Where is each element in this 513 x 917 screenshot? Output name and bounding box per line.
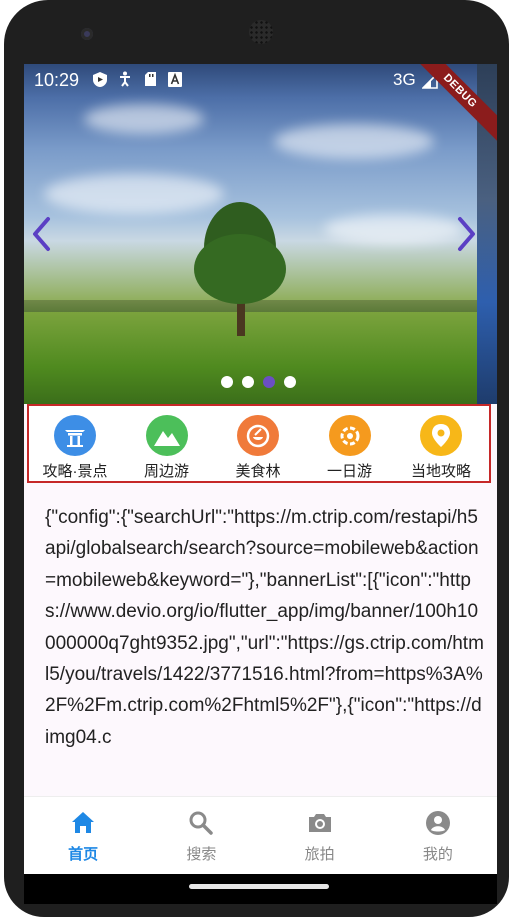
carousel-dot[interactable] (221, 376, 233, 388)
grid-item-day-trip[interactable]: 一日游 (308, 406, 392, 481)
network-type: 3G (393, 70, 416, 89)
chevron-right-icon[interactable] (456, 216, 478, 252)
banner-tree-canopy (194, 234, 286, 304)
grid-label: 一日游 (326, 463, 372, 480)
front-camera (81, 28, 93, 40)
sd-card-icon (142, 71, 158, 87)
banner-cloud (44, 174, 224, 214)
ring-icon (328, 415, 371, 456)
bottom-tab-bar: 首页 搜索 旅拍 我的 (24, 796, 497, 874)
tab-search[interactable]: 搜索 (142, 797, 260, 874)
home-icon (72, 812, 95, 833)
tab-home[interactable]: 首页 (24, 797, 142, 874)
system-nav-bar (24, 874, 497, 904)
grid-label: 当地攻略 (410, 463, 471, 480)
earpiece-speaker (249, 20, 273, 44)
tab-label: 我的 (422, 846, 453, 863)
response-json-text: {"config":{"searchUrl":"https://m.ctrip.… (45, 507, 484, 748)
banner-cloud (84, 104, 204, 134)
tab-label: 搜索 (186, 846, 217, 863)
grid-item-attractions[interactable]: 攻略·景点 (33, 406, 117, 481)
chevron-left-icon[interactable] (30, 216, 52, 252)
tab-label: 旅拍 (304, 846, 335, 863)
grid-nav: 攻略·景点 周边游 美食林 一日游 当地攻略 (27, 404, 491, 483)
food-icon (237, 415, 279, 456)
grid-item-food[interactable]: 美食林 (216, 406, 300, 481)
carousel-dot[interactable] (242, 376, 254, 388)
accessibility-icon (117, 71, 133, 87)
grid-label: 攻略·景点 (42, 463, 108, 480)
banner-meadow (24, 312, 477, 404)
app-screen: 10:29 3G DEBUG 攻略·景点 周边游 美食林 一日游 当地攻略 {"… (24, 64, 497, 874)
location-icon (420, 415, 462, 456)
banner-cloud (324, 214, 464, 244)
text-a-icon (167, 71, 183, 87)
temple-icon (54, 415, 96, 456)
tab-travel-photos[interactable]: 旅拍 (261, 797, 379, 874)
carousel-dot-active[interactable] (263, 376, 275, 388)
status-icons (92, 71, 183, 87)
grid-item-nearby[interactable]: 周边游 (125, 406, 209, 481)
status-time: 10:29 (34, 70, 80, 90)
carousel-dot[interactable] (284, 376, 296, 388)
account-icon (425, 811, 450, 835)
home-gesture-handle[interactable] (189, 884, 329, 889)
tab-label: 首页 (68, 846, 99, 863)
shield-play-icon (92, 71, 108, 87)
mountain-icon (145, 415, 188, 456)
phone-frame: 10:29 3G DEBUG 攻略·景点 周边游 美食林 一日游 当地攻略 {"… (0, 0, 513, 917)
grid-item-local-guide[interactable]: 当地攻略 (399, 406, 483, 481)
grid-label: 美食林 (235, 463, 281, 480)
camera-icon (308, 814, 331, 832)
grid-label: 周边游 (143, 463, 189, 480)
banner-cloud (274, 124, 434, 159)
status-bar: 10:29 3G DEBUG (24, 64, 497, 151)
carousel-indicator (221, 376, 296, 388)
tab-profile[interactable]: 我的 (379, 797, 497, 874)
banner-carousel[interactable] (24, 64, 477, 404)
search-icon (189, 811, 214, 835)
